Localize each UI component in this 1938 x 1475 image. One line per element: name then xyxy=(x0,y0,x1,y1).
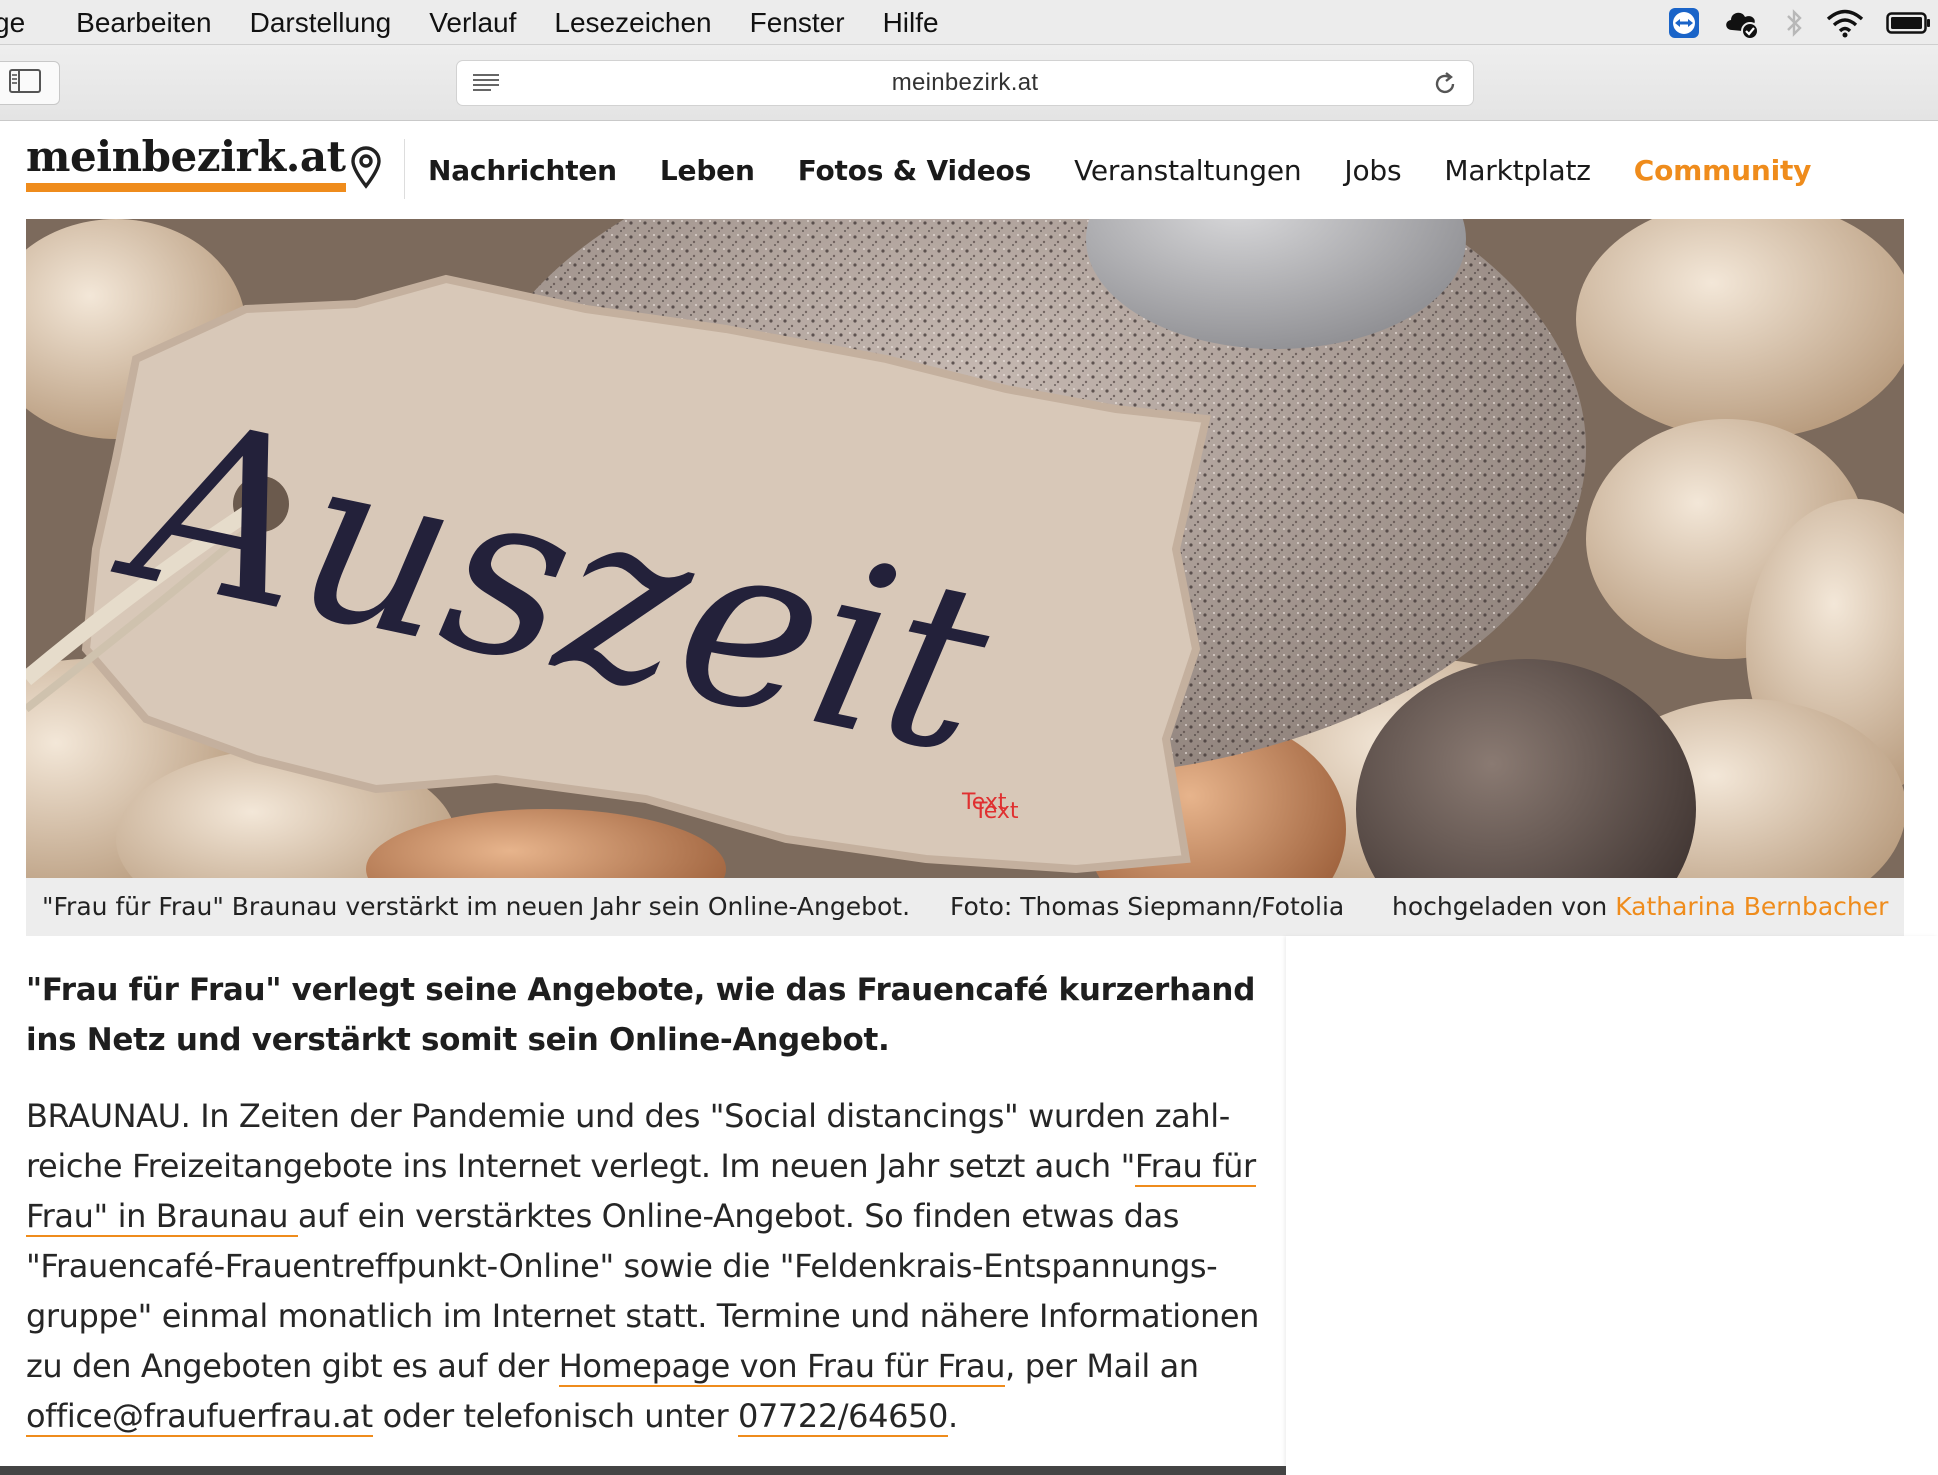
sidebar-panel xyxy=(1286,936,1938,1475)
sidebar-toggle-button[interactable] xyxy=(0,61,60,105)
link-phone[interactable]: 07722/64650 xyxy=(737,1397,948,1437)
bottom-edge xyxy=(0,1466,1286,1475)
main-nav: Nachrichten Leben Fotos & Videos Veranst… xyxy=(428,121,1854,219)
menu-darstellung[interactable]: Darstellung xyxy=(231,0,411,45)
menu-hilfe[interactable]: Hilfe xyxy=(864,0,958,45)
link-homepage[interactable]: Homepage von Frau für Frau xyxy=(558,1347,1006,1387)
menu-lesezeichen[interactable]: Lesezeichen xyxy=(535,0,730,45)
body-text-5: . xyxy=(947,1397,958,1435)
header-divider xyxy=(404,139,405,199)
photo-credit: Foto: Thomas Siepmann/Fotolia xyxy=(950,892,1345,921)
bluetooth-icon[interactable] xyxy=(1784,7,1804,39)
reload-icon[interactable] xyxy=(1431,70,1459,103)
nav-community[interactable]: Community xyxy=(1634,154,1812,187)
menu-verlauf[interactable]: Verlauf xyxy=(410,0,535,45)
nav-fotos-videos[interactable]: Fotos & Videos xyxy=(798,154,1032,187)
cloud-sync-icon[interactable] xyxy=(1722,6,1762,40)
reader-view-icon[interactable] xyxy=(471,72,501,99)
sidebar-icon xyxy=(8,68,42,99)
image-caption: "Frau für Frau" Braunau verstärkt im neu… xyxy=(26,878,1904,936)
uploaded-by: hochgeladen von Katharina Bernbacher xyxy=(1392,892,1888,921)
url-text: meinbezirk.at xyxy=(891,69,1039,96)
menu-bearbeiten[interactable]: Bearbeiten xyxy=(57,0,230,45)
nav-leben[interactable]: Leben xyxy=(660,154,755,187)
menu-app[interactable]: ge xyxy=(0,0,57,45)
uploaded-prefix: hochgeladen von xyxy=(1392,892,1608,921)
browser-toolbar: meinbezirk.at xyxy=(0,45,1938,121)
nav-jobs[interactable]: Jobs xyxy=(1344,154,1401,187)
nav-nachrichten[interactable]: Nachrichten xyxy=(428,154,617,187)
location-pin-icon[interactable] xyxy=(350,145,382,194)
wifi-icon[interactable] xyxy=(1826,8,1864,38)
teamviewer-icon[interactable] xyxy=(1668,7,1700,39)
menu-bar: ge Bearbeiten Darstellung Verlauf Leseze… xyxy=(0,0,1938,45)
body-text-3: , per Mail an xyxy=(1005,1347,1199,1385)
article: "Frau für Frau" verlegt seine Angebote, … xyxy=(26,965,1266,1441)
article-body: BRAUNAU. In Zeiten der Pandemie und des … xyxy=(26,1091,1266,1441)
site-logo[interactable]: meinbezirk.at xyxy=(26,134,346,193)
address-bar[interactable]: meinbezirk.at xyxy=(456,60,1474,106)
battery-icon[interactable] xyxy=(1886,10,1932,36)
menu-fenster[interactable]: Fenster xyxy=(731,0,864,45)
nav-veranstaltungen[interactable]: Veranstaltungen xyxy=(1074,154,1302,187)
status-area xyxy=(1668,0,1938,45)
hero-overlay-text-2: Text xyxy=(973,799,1019,824)
site-header: meinbezirk.at Nachrichten Leben Fotos & … xyxy=(0,121,1938,219)
body-text-4: oder telefonisch unter xyxy=(372,1397,738,1435)
hero-image[interactable]: Auszeit Text Text xyxy=(26,219,1904,878)
link-email[interactable]: office@fraufuerfrau.at xyxy=(26,1397,373,1437)
menu-items: ge Bearbeiten Darstellung Verlauf Leseze… xyxy=(0,0,958,44)
nav-marktplatz[interactable]: Marktplatz xyxy=(1444,154,1591,187)
author-link[interactable]: Katharina Bernbacher xyxy=(1615,892,1888,921)
caption-text: "Frau für Frau" Braunau verstärkt im neu… xyxy=(42,892,911,921)
article-lead: "Frau für Frau" verlegt seine Angebote, … xyxy=(26,972,1256,1058)
body-text-1: BRAUNAU. In Zeiten der Pandemie und des … xyxy=(26,1097,1231,1185)
